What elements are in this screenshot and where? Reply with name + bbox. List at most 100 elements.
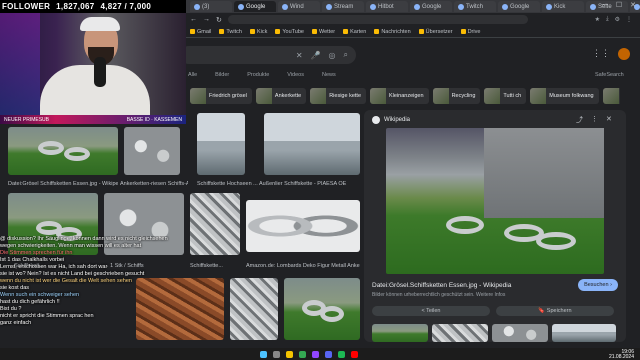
bookmark-item[interactable]: Karten <box>343 29 366 35</box>
account-avatar[interactable] <box>618 48 630 60</box>
tab-favicon-icon <box>282 3 288 10</box>
apps-icon[interactable]: ⋮⋮ <box>592 48 610 60</box>
result-image[interactable] <box>230 278 278 340</box>
clear-icon[interactable]: ✕ <box>296 51 303 60</box>
related-search-chip[interactable]: Recycling <box>432 88 481 104</box>
chip-thumbnail <box>432 88 449 104</box>
preview-actions: ⤴ ⋮ ✕ <box>576 115 612 125</box>
result-caption[interactable]: Außenlier Schiffskette - PIAESA OE <box>259 181 359 187</box>
system-clock[interactable]: 19:06 21.08.2024 <box>609 350 634 360</box>
related-image[interactable] <box>432 324 488 342</box>
close-icon[interactable]: ✕ <box>630 1 636 9</box>
chat-message: sie ist wo? Nein? Ist es nicht Land bei … <box>0 271 200 278</box>
filter-tab[interactable]: Videos <box>287 72 304 78</box>
browser-tab[interactable]: Google <box>410 1 452 12</box>
filter-tab[interactable]: News <box>322 72 336 78</box>
browser-tab[interactable]: Wind <box>278 1 320 12</box>
tab-label: Kick <box>554 3 566 10</box>
bookmark-item[interactable]: Kick <box>249 29 267 35</box>
result-image[interactable] <box>124 127 180 175</box>
related-search-chip[interactable]: Kleinanzeigen <box>370 88 429 104</box>
result-caption[interactable]: Amazon.de: Lombards Deko Figur Metall An… <box>246 263 360 269</box>
mic-icon[interactable]: 🎤 <box>311 51 321 60</box>
preview-source[interactable]: Wikipedia <box>372 116 410 124</box>
result-caption[interactable]: Schiffskette Hochseen ... <box>197 181 259 187</box>
chrome-icon[interactable] <box>299 350 306 358</box>
browser-tab[interactable]: Kick <box>542 1 584 12</box>
url-input[interactable] <box>227 15 528 24</box>
clock-date: 21.08.2024 <box>608 354 634 360</box>
discord-icon[interactable] <box>325 350 332 358</box>
browser-tab[interactable]: Stream <box>322 1 364 12</box>
related-image[interactable] <box>552 324 616 342</box>
bookmark-item[interactable]: Gmail <box>190 29 211 35</box>
search-input[interactable]: ✕ 🎤 ◎ ⌕ <box>180 46 356 64</box>
browser-tab[interactable]: Google <box>498 1 540 12</box>
extension-icon[interactable]: ⚙ <box>615 16 620 23</box>
related-search-chip[interactable]: Tutti ch <box>484 88 527 104</box>
share-button[interactable]: < Teilen <box>372 306 490 316</box>
browser-tab[interactable]: Google <box>234 1 276 12</box>
share-icon[interactable]: ⤴ <box>576 115 583 125</box>
stream-chat: @ diskussion? Ihr Säuglinge, können dann… <box>0 236 200 348</box>
tab-favicon-icon <box>326 3 332 10</box>
result-image[interactable] <box>246 200 360 252</box>
browser-tab[interactable]: Hitbot <box>366 1 408 12</box>
filter-tab[interactable]: Bilder <box>215 72 229 78</box>
browser-tab[interactable]: Twitch <box>454 1 496 12</box>
chat-message: @ diskussion? Ihr Säuglinge, können dann… <box>0 236 200 243</box>
maximize-icon[interactable]: ☐ <box>616 1 622 9</box>
bookmark-item[interactable]: Twitch <box>219 29 242 35</box>
twitch-icon[interactable] <box>312 350 319 358</box>
bookmark-label: Wetter <box>318 28 336 35</box>
explorer-icon[interactable] <box>286 350 293 358</box>
filter-tab[interactable]: Alle <box>188 72 197 78</box>
close-icon[interactable]: ✕ <box>606 115 612 125</box>
extension-icon[interactable]: ⤓ <box>606 16 609 23</box>
follower-label: FOLLOWER <box>2 2 51 11</box>
lens-icon[interactable]: ◎ <box>329 51 336 60</box>
result-image[interactable] <box>284 278 360 340</box>
related-image[interactable] <box>492 324 548 342</box>
browser-tab[interactable]: (3) <box>190 1 232 12</box>
bookmark-item[interactable]: Übersetzer <box>418 29 453 35</box>
related-search-chips: Friedrich grösel Ankerkette Riesige kette K… <box>190 88 620 106</box>
youtube-icon[interactable] <box>351 350 358 358</box>
spotify-icon[interactable] <box>338 350 345 358</box>
reload-icon[interactable]: ↻ <box>216 16 222 24</box>
related-search-chip[interactable]: Anke <box>602 88 620 104</box>
visit-button[interactable]: Besuchen › <box>578 279 618 291</box>
related-search-chip[interactable]: Riesige kette <box>310 88 366 104</box>
safesearch-toggle[interactable]: SafeSearch <box>595 72 624 78</box>
bookmark-item[interactable]: Drive <box>460 29 480 35</box>
extension-icon[interactable]: ⋮ <box>626 16 632 23</box>
extension-icon[interactable]: ★ <box>595 16 600 23</box>
result-image[interactable] <box>264 113 360 175</box>
chat-message: ganz einfach <box>0 320 200 327</box>
bookmark-icon <box>190 29 195 34</box>
chat-message: Wenn such ein schweiger sehen <box>0 292 200 299</box>
start-icon[interactable] <box>260 350 267 358</box>
save-button[interactable]: 🔖 Speichern <box>496 306 614 316</box>
result-caption[interactable]: Datei:Grösel Schiffsketten Essen.jpg - W… <box>8 181 118 187</box>
preview-title[interactable]: Datei:Grösel.Schiffsketten Essen.jpg - W… <box>372 282 511 289</box>
result-image[interactable] <box>197 113 245 175</box>
related-search-chip[interactable]: Friedrich grösel <box>190 88 252 104</box>
more-icon[interactable]: ⋮ <box>591 115 598 125</box>
minimize-icon[interactable]: — <box>601 1 608 9</box>
filter-tab[interactable]: Produkte <box>247 72 269 78</box>
related-search-chip[interactable]: Museum folkwang <box>530 88 599 104</box>
back-icon[interactable]: ← <box>190 16 197 23</box>
related-image[interactable] <box>372 324 428 342</box>
bookmark-item[interactable]: Nachrichten <box>374 29 411 35</box>
related-search-chip[interactable]: Ankerkette <box>255 88 307 104</box>
preview-image[interactable] <box>386 128 604 274</box>
result-image[interactable] <box>8 127 118 175</box>
bookmark-icon <box>460 29 466 34</box>
search-icon[interactable] <box>273 350 280 358</box>
bookmark-item[interactable]: Wetter <box>311 28 336 35</box>
result-caption[interactable]: Ankerketten-riesen Schiffs-Ankerr <box>120 181 188 187</box>
bookmark-item[interactable]: YouTube <box>275 29 304 35</box>
forward-icon[interactable]: → <box>203 16 210 23</box>
search-icon[interactable]: ⌕ <box>344 50 348 60</box>
